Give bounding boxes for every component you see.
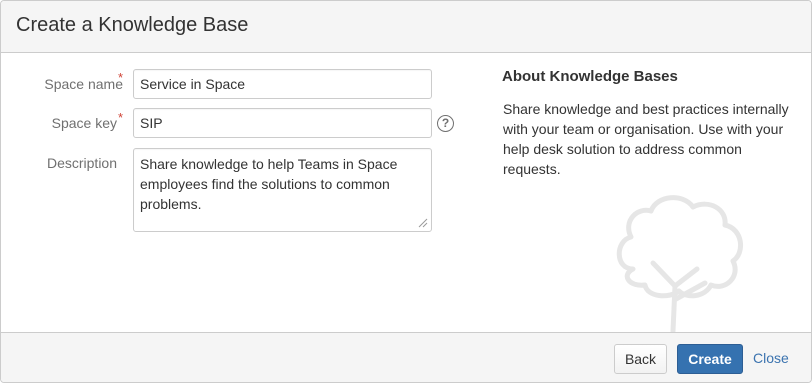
create-knowledge-base-dialog: Create a Knowledge Base Space name * Spa… [0,0,812,383]
tree-icon [616,195,743,332]
dialog-footer: Back Create Close [1,332,811,382]
description-label: Description [46,155,117,171]
description-textarea[interactable]: Share knowledge to help Teams in Space e… [133,148,432,232]
description-row: Description [1,149,117,179]
space-name-input[interactable] [133,69,432,99]
space-name-required-marker: * [118,70,124,85]
space-name-label: Space name [44,76,123,92]
help-icon[interactable]: ? [437,115,454,132]
dialog-header: Create a Knowledge Base [1,1,811,53]
create-button[interactable]: Create [677,344,743,374]
space-key-required-marker: * [118,110,124,125]
about-text: Share knowledge and best practices inter… [503,101,789,177]
about-title: About Knowledge Bases [502,68,678,85]
space-key-row: Space key [1,109,117,139]
space-name-row: Space name [1,70,123,100]
space-key-input[interactable] [133,108,432,138]
space-key-label: Space key [51,115,117,131]
back-button[interactable]: Back [614,344,667,374]
dialog-title: Create a Knowledge Base [16,14,249,36]
resize-grip-icon[interactable] [417,217,428,228]
close-link[interactable]: Close [753,350,789,366]
